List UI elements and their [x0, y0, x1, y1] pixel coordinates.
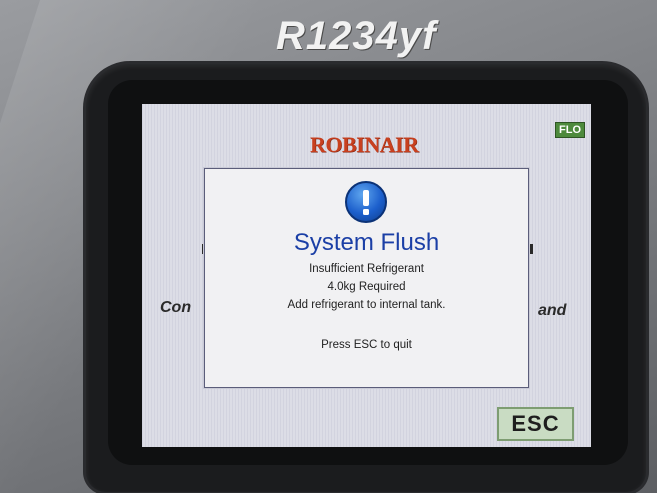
dialog-hint: Press ESC to quit [321, 339, 412, 351]
dialog-title: System Flush [293, 229, 440, 256]
dialog-message-line: Add refrigerant to internal tank. [287, 299, 446, 311]
background-text-right: and [538, 302, 567, 319]
background-tick-right [530, 244, 533, 254]
model-label: R1234yf [276, 14, 437, 58]
mode-badge: FLO [555, 122, 585, 138]
brand-logo: Robinair [310, 132, 419, 157]
dialog-message-line: Insufficient Refrigerant [309, 263, 424, 275]
system-flush-dialog: System Flush Insufficient Refrigerant 4.… [204, 168, 529, 388]
exclamation-icon [345, 181, 387, 223]
esc-button[interactable]: ESC [497, 407, 574, 441]
lcd-screen: Robinair FLO Con and System Flush Insuff… [142, 104, 591, 447]
dialog-message-line: 4.0kg Required [327, 281, 406, 293]
background-text-left: Con [160, 299, 192, 316]
